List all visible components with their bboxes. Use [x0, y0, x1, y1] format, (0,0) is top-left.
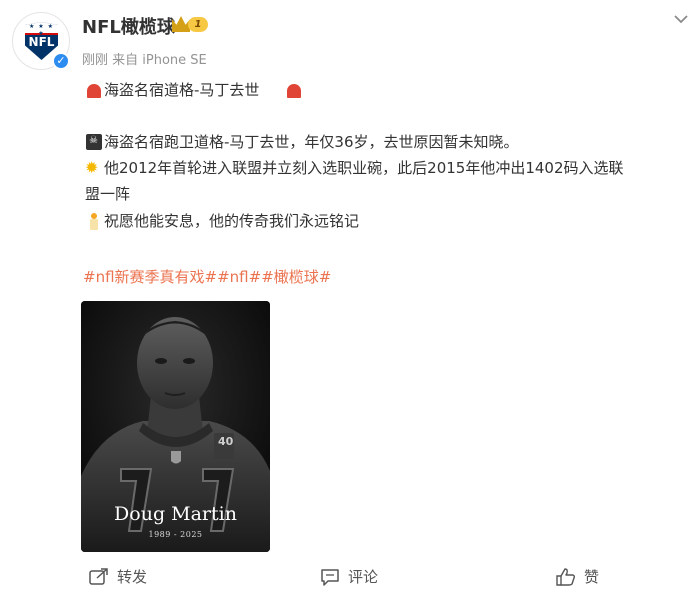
comment-label: 评论 — [348, 568, 379, 586]
sun-icon: ✹ — [85, 158, 99, 177]
post-text-line: 海盗名宿跑卫道格-马丁去世，年仅36岁，去世原因暂未知晓。 — [104, 133, 519, 151]
photo-caption-name: Doug Martin — [114, 503, 237, 525]
post-photo[interactable]: 40 Doug Martin 1989 - 2025 — [81, 301, 270, 552]
hashtag-link[interactable]: #nfl# — [217, 268, 261, 286]
badge-level: 1 — [188, 17, 208, 32]
hashtag-link[interactable]: #橄榄球# — [261, 268, 331, 286]
candle-icon — [86, 213, 102, 230]
pirate-flag-icon — [86, 134, 102, 150]
jersey-patch: 40 — [218, 435, 234, 448]
share-icon — [89, 568, 108, 585]
post-title: 海盗名宿道格-马丁去世 — [104, 81, 260, 99]
siren-icon — [287, 84, 301, 98]
post-text-line: 盟一阵 — [85, 185, 131, 203]
post-text-line: 祝愿他能安息，他的传奇我们永远铭记 — [104, 212, 360, 230]
chevron-down-icon[interactable] — [670, 8, 692, 30]
verified-icon: ✓ — [52, 52, 70, 70]
comment-icon — [321, 569, 339, 586]
thumbs-up-icon — [556, 568, 576, 586]
post-text-line: 他2012年首轮进入联盟并立刻入选职业碗，此后2015年他冲出1402码入选联 — [104, 159, 624, 177]
hashtag-row: #nfl新赛季真有戏##nfl##橄榄球# — [83, 266, 331, 287]
user-name[interactable]: NFL橄榄球 — [82, 13, 175, 39]
photo-caption-years: 1989 - 2025 — [148, 530, 203, 539]
post-meta: 刚刚 来自 iPhone SE — [82, 53, 207, 68]
like-label: 赞 — [584, 568, 600, 586]
siren-icon — [87, 84, 101, 98]
hashtag-link[interactable]: #nfl新赛季真有戏# — [83, 268, 217, 286]
share-label: 转发 — [117, 568, 148, 586]
member-badge[interactable]: 1 — [172, 15, 210, 34]
